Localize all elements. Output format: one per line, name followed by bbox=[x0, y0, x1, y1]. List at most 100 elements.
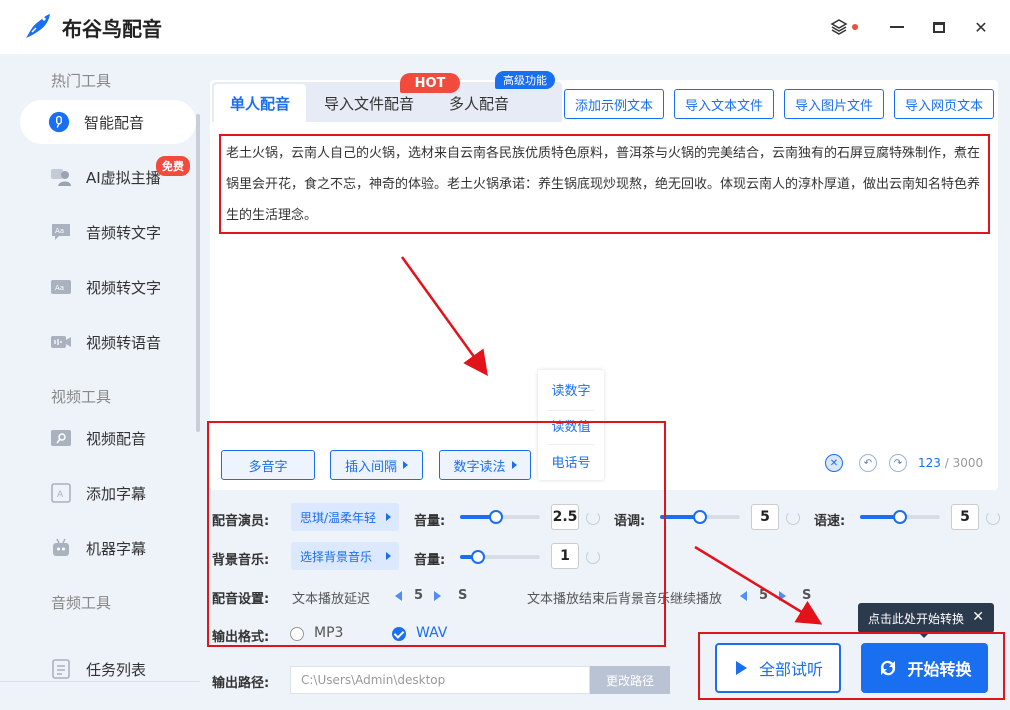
volume-slider[interactable] bbox=[460, 510, 540, 524]
slider-knob[interactable] bbox=[470, 550, 485, 564]
sidebar-item-video-to-voice[interactable]: 视频转语音 bbox=[20, 320, 196, 364]
change-path-button[interactable]: 更改路径 bbox=[590, 666, 670, 694]
start-tooltip: 点击此处开始转换 ✕ bbox=[858, 603, 994, 633]
bgm-value: 选择背景音乐 bbox=[300, 549, 373, 564]
chevron-right-icon bbox=[403, 461, 408, 469]
redo-icon[interactable]: ↷ bbox=[889, 454, 907, 472]
sidebar-item-audio-to-text[interactable]: Aa 音频转文字 bbox=[20, 210, 196, 254]
voice-value: 思琪/温柔年轻 bbox=[300, 510, 377, 525]
tooltip-text: 点击此处开始转换 bbox=[868, 611, 965, 626]
number-reading-menu: 读数字 读数值 电话号 bbox=[538, 370, 604, 480]
sidebar-item-video-to-text[interactable]: Aa 视频转文字 bbox=[20, 265, 196, 309]
sidebar-item-task-list[interactable]: 任务列表 bbox=[20, 647, 196, 691]
sidebar-item-label: 视频配音 bbox=[86, 429, 147, 448]
sidebar-item-label: 任务列表 bbox=[86, 660, 147, 679]
menu-item-read-digits[interactable]: 读数字 bbox=[538, 380, 604, 399]
continue-value: 5 bbox=[759, 588, 769, 603]
section-audio-tools: 音频工具 bbox=[51, 594, 112, 612]
polyphone-label: 多音字 bbox=[248, 459, 288, 475]
avatar-icon bbox=[50, 166, 72, 188]
continue-unit: S bbox=[802, 588, 812, 603]
polyphone-button[interactable]: 多音字 bbox=[221, 450, 315, 480]
number-reading-label: 数字读法 bbox=[453, 459, 506, 475]
decrease-delay-icon[interactable] bbox=[395, 591, 402, 601]
pitch-value[interactable]: 5 bbox=[751, 504, 779, 530]
audio-text-icon: Aa bbox=[50, 221, 72, 243]
layers-icon[interactable] bbox=[828, 16, 850, 38]
notification-dot bbox=[852, 24, 858, 30]
sidebar-item-label: 添加字幕 bbox=[86, 484, 147, 503]
bgm-select[interactable]: 选择背景音乐 bbox=[291, 542, 399, 570]
increase-continue-icon[interactable] bbox=[779, 591, 786, 601]
slider-knob[interactable] bbox=[893, 510, 907, 524]
speed-slider[interactable] bbox=[860, 510, 940, 524]
subtitle-icon: A bbox=[50, 482, 72, 504]
bgm-volume-label: 音量: bbox=[414, 553, 446, 568]
char-counter: 123 / 3000 bbox=[918, 456, 983, 470]
char-max: / 3000 bbox=[944, 456, 984, 470]
char-count: 123 bbox=[918, 456, 941, 470]
robot-icon bbox=[50, 537, 72, 559]
bgm-volume-slider[interactable] bbox=[460, 550, 540, 564]
text-editor[interactable]: 老土火锅，云南人自己的火锅，选材来自云南各民族优质特色原料，普洱茶与火锅的完美结… bbox=[226, 138, 986, 231]
close-button[interactable]: ✕ bbox=[970, 16, 992, 38]
voice-select[interactable]: 思琪/温柔年轻 bbox=[291, 503, 399, 531]
close-icon[interactable]: ✕ bbox=[972, 609, 984, 625]
sidebar-item-smart-dubbing[interactable]: 智能配音 bbox=[20, 100, 196, 144]
hot-badge: HOT bbox=[400, 73, 460, 93]
add-sample-text-button[interactable]: 添加示例文本 bbox=[564, 89, 664, 119]
preview-all-label: 全部试听 bbox=[758, 660, 823, 679]
chevron-right-icon bbox=[511, 461, 517, 469]
minimize-button[interactable] bbox=[886, 16, 908, 38]
task-list-icon bbox=[50, 658, 72, 680]
tab-single-dubbing[interactable]: 单人配音 bbox=[214, 84, 306, 122]
reset-icon[interactable] bbox=[586, 550, 600, 564]
start-convert-button[interactable]: 开始转换 bbox=[861, 643, 988, 693]
output-path-input[interactable]: C:\Users\Admin\desktop bbox=[290, 666, 590, 694]
preview-all-button[interactable]: 全部试听 bbox=[715, 643, 841, 693]
reset-icon[interactable] bbox=[586, 511, 600, 525]
bgm-volume-value[interactable]: 1 bbox=[551, 543, 579, 569]
sidebar-item-video-dubbing[interactable]: 视频配音 bbox=[20, 416, 196, 460]
sidebar-scrollbar[interactable] bbox=[196, 114, 200, 432]
reset-icon[interactable] bbox=[986, 511, 1000, 525]
decrease-continue-icon[interactable] bbox=[740, 591, 747, 601]
sidebar-item-label: 视频转文字 bbox=[86, 278, 162, 297]
delay-value: 5 bbox=[414, 588, 424, 603]
maximize-button[interactable] bbox=[928, 16, 950, 38]
play-icon bbox=[735, 661, 747, 675]
section-hot-tools: 热门工具 bbox=[51, 72, 112, 90]
voice-label: 配音演员: bbox=[212, 514, 270, 529]
menu-item-read-number[interactable]: 读数值 bbox=[538, 416, 604, 435]
sidebar-item-add-subtitle[interactable]: A 添加字幕 bbox=[20, 471, 196, 515]
chevron-right-icon bbox=[386, 513, 391, 521]
slider-knob[interactable] bbox=[693, 510, 707, 524]
format-mp3-label: MP3 bbox=[314, 625, 344, 641]
clear-icon[interactable]: ✕ bbox=[825, 454, 843, 472]
increase-delay-icon[interactable] bbox=[434, 591, 441, 601]
format-label: 输出格式: bbox=[212, 630, 270, 645]
import-image-file-button[interactable]: 导入图片文件 bbox=[784, 89, 884, 119]
import-web-text-button[interactable]: 导入网页文本 bbox=[894, 89, 994, 119]
import-text-file-button[interactable]: 导入文本文件 bbox=[674, 89, 774, 119]
tooltip-tail bbox=[918, 632, 930, 638]
path-label: 输出路径: bbox=[212, 676, 270, 691]
sidebar-item-machine-subtitle[interactable]: 机器字幕 bbox=[20, 526, 196, 570]
sidebar: 热门工具 智能配音 AI虚拟主播 Aa 音频转文字 Aa 视频转文字 视频转语音… bbox=[0, 54, 204, 710]
menu-item-phone-number[interactable]: 电话号 bbox=[538, 452, 604, 471]
volume-value[interactable]: 2.5 bbox=[551, 504, 579, 530]
speed-value[interactable]: 5 bbox=[951, 504, 979, 530]
format-wav-radio[interactable] bbox=[392, 627, 406, 641]
slider-knob[interactable] bbox=[489, 510, 503, 524]
dub-settings-label: 配音设置: bbox=[212, 592, 270, 607]
pitch-label: 语调: bbox=[614, 514, 646, 529]
number-reading-button[interactable]: 数字读法 bbox=[439, 450, 531, 480]
pitch-slider[interactable] bbox=[660, 510, 740, 524]
format-mp3-radio[interactable] bbox=[290, 627, 304, 641]
sidebar-item-label: 机器字幕 bbox=[86, 539, 147, 558]
reset-icon[interactable] bbox=[786, 511, 800, 525]
pro-badge: 高级功能 bbox=[495, 71, 555, 89]
undo-icon[interactable]: ↶ bbox=[859, 454, 877, 472]
sidebar-item-label: 音频转文字 bbox=[86, 223, 162, 242]
insert-pause-button[interactable]: 插入间隔 bbox=[330, 450, 423, 480]
